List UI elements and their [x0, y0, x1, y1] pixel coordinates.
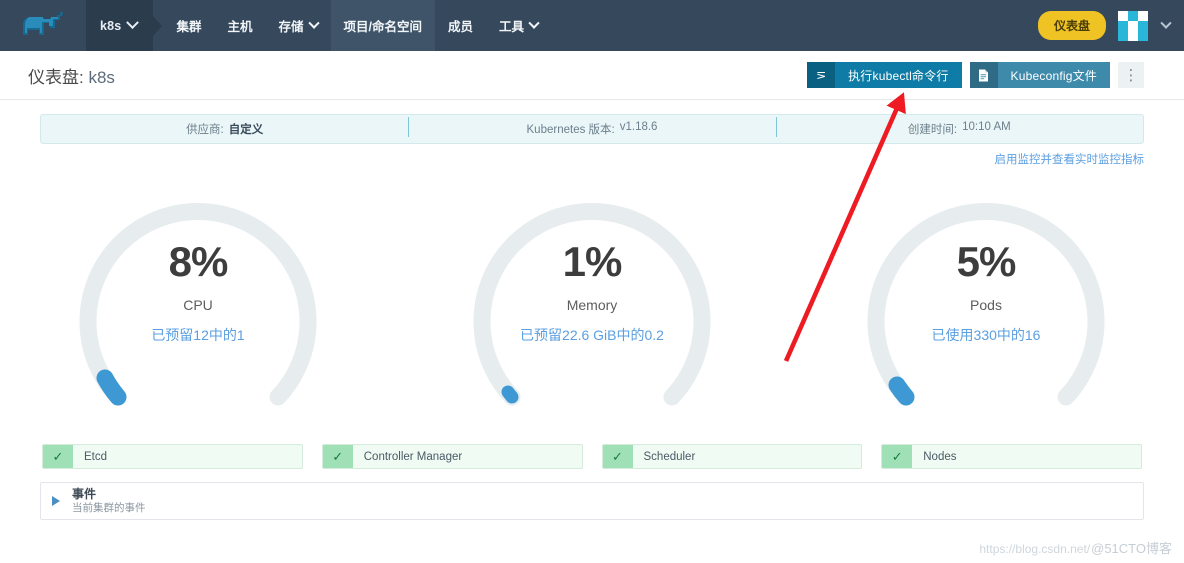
- page-title-value: k8s: [88, 67, 115, 87]
- kubeconfig-file-button[interactable]: Kubeconfig文件: [969, 62, 1110, 88]
- cow-logo-icon: [23, 11, 63, 35]
- gauge-memory: 1% Memory 已预留22.6 GiB中的0.2: [456, 175, 728, 430]
- info-provider-label: 供应商:: [186, 124, 224, 136]
- events-text: 事件 当前集群的事件: [72, 487, 146, 515]
- document-glyph: [979, 69, 989, 81]
- gauge-memory-detail: 已预留22.6 GiB中的0.2: [520, 327, 664, 343]
- check-icon: ✓: [43, 445, 73, 468]
- component-status-etcd[interactable]: ✓ Etcd: [42, 444, 303, 469]
- info-k8s-version: Kubernetes 版本: v1.18.6: [408, 117, 775, 137]
- component-label: Controller Manager: [363, 450, 463, 463]
- nav-item-label: 集群: [176, 20, 202, 34]
- page-header: 仪表盘: k8s ⋝ 执行kubectl命令行 Kubeconfig文件 ⋮: [0, 51, 1184, 100]
- gauge-memory-percent: 1%: [562, 238, 623, 285]
- nav-item-label: 工具: [499, 20, 525, 34]
- events-title: 事件: [72, 486, 97, 501]
- events-subtitle: 当前集群的事件: [72, 501, 146, 514]
- events-panel[interactable]: 事件 当前集群的事件: [40, 482, 1144, 520]
- info-created-label: 创建时间:: [907, 124, 958, 136]
- gauge-cpu-name: CPU: [183, 297, 213, 313]
- gauge-memory-name: Memory: [566, 297, 618, 313]
- info-created: 创建时间: 10:10 AM: [775, 117, 1143, 137]
- component-status-controller-manager[interactable]: ✓ Controller Manager: [321, 444, 583, 469]
- component-label: Nodes: [923, 450, 957, 463]
- chevron-down-icon: [528, 17, 540, 29]
- info-k8s-version-label: Kubernetes 版本:: [526, 124, 615, 136]
- page-actions: ⋝ 执行kubectl命令行 Kubeconfig文件 ⋮: [807, 62, 1144, 88]
- triangle-right-icon: [52, 496, 60, 506]
- dashboard-pill-button[interactable]: 仪表盘: [1037, 11, 1106, 40]
- nav-item-hosts[interactable]: 主机: [214, 0, 265, 51]
- nav-item-label: 主机: [227, 20, 253, 34]
- info-k8s-version-value: v1.18.6: [619, 121, 658, 133]
- nav-item-label: 存储: [278, 20, 304, 34]
- avatar[interactable]: [1118, 10, 1148, 41]
- more-actions-button[interactable]: ⋮: [1118, 62, 1144, 88]
- top-navigation-bar: k8s 集群 主机 存储 项目/命名空间 成员 工具 仪表盘: [0, 0, 1184, 51]
- chevron-down-icon: [126, 16, 140, 30]
- component-label: Scheduler: [643, 450, 696, 463]
- nav-item-members[interactable]: 成员: [435, 0, 486, 51]
- info-provider-value: 自定义: [228, 124, 264, 136]
- watermark-brand: @51CTO博客: [1091, 541, 1172, 556]
- gauge-pods-percent: 5%: [956, 238, 1017, 285]
- chevron-down-icon: [307, 17, 320, 29]
- nav-item-label: 项目/命名空间: [343, 20, 422, 34]
- cluster-selector[interactable]: k8s: [86, 0, 154, 51]
- cluster-info-bar: 供应商: 自定义 Kubernetes 版本: v1.18.6 创建时间: 10…: [40, 114, 1144, 144]
- check-icon: ✓: [602, 445, 633, 468]
- gauge-pods: 5% Pods 已使用330中的16: [850, 175, 1122, 430]
- document-icon: [969, 62, 998, 88]
- chevron-down-icon: [1160, 17, 1172, 29]
- gauge-cpu-detail: 已预留12中的1: [151, 327, 245, 343]
- main-nav: 集群 主机 存储 项目/命名空间 成员 工具: [163, 0, 551, 51]
- nav-item-tools[interactable]: 工具: [486, 0, 551, 51]
- gauge-pods-detail: 已使用330中的16: [931, 327, 1041, 343]
- component-label: Etcd: [84, 450, 108, 463]
- page-title: 仪表盘: k8s: [28, 63, 115, 88]
- info-provider: 供应商: 自定义: [41, 121, 408, 137]
- kubeconfig-file-label: Kubeconfig文件: [1010, 68, 1097, 83]
- gauge-memory-text: 1% Memory 已预留22.6 GiB中的0.2: [456, 241, 728, 345]
- run-kubectl-button[interactable]: ⋝ 执行kubectl命令行: [807, 62, 962, 88]
- component-status-nodes[interactable]: ✓ Nodes: [881, 444, 1142, 469]
- dashboard-content: 供应商: 自定义 Kubernetes 版本: v1.18.6 创建时间: 10…: [0, 114, 1184, 520]
- user-menu-caret[interactable]: [1160, 17, 1172, 35]
- terminal-prompt-icon: ⋝: [807, 62, 836, 88]
- gauge-cpu: 8% CPU 已预留12中的1: [62, 175, 334, 430]
- watermark-url: https://blog.csdn.net/: [979, 542, 1091, 556]
- nav-item-storage[interactable]: 存储: [266, 0, 331, 51]
- cluster-selector-label: k8s: [100, 18, 122, 33]
- component-status-scheduler[interactable]: ✓ Scheduler: [601, 444, 863, 469]
- nav-item-projects-namespaces[interactable]: 项目/命名空间: [330, 0, 435, 51]
- gauge-pods-text: 5% Pods 已使用330中的16: [850, 241, 1122, 345]
- gauge-cpu-percent: 8%: [168, 238, 229, 285]
- rancher-logo[interactable]: [0, 0, 86, 51]
- check-icon: ✓: [322, 445, 353, 468]
- watermark: https://blog.csdn.net/ @51CTO博客: [979, 538, 1172, 557]
- component-status-list: ✓ Etcd ✓ Controller Manager ✓ Scheduler …: [40, 444, 1144, 469]
- nav-item-label: 成员: [448, 20, 474, 34]
- check-icon: ✓: [882, 445, 913, 468]
- page-title-prefix: 仪表盘:: [28, 67, 84, 87]
- info-created-value: 10:10 AM: [962, 121, 1011, 133]
- monitor-link-row: 启用监控并查看实时监控指标: [40, 151, 1145, 167]
- gauge-cpu-text: 8% CPU 已预留12中的1: [62, 241, 334, 345]
- gauge-pods-name: Pods: [970, 297, 1002, 313]
- header-right-actions: 仪表盘: [1037, 0, 1184, 51]
- run-kubectl-label: 执行kubectl命令行: [848, 68, 949, 83]
- enable-monitoring-link[interactable]: 启用监控并查看实时监控指标: [995, 151, 1145, 167]
- nav-item-clusters[interactable]: 集群: [163, 0, 214, 51]
- resource-gauges: 8% CPU 已预留12中的1 1% Memory 已预留22.6 GiB中的0…: [40, 175, 1144, 430]
